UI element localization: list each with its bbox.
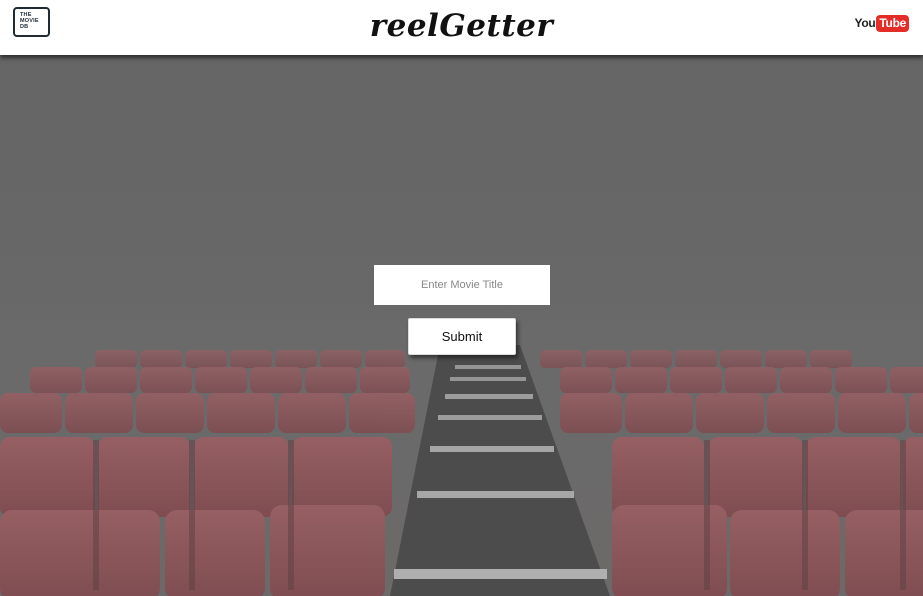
app-page: THE MOVIE DB reelGetter You Tube Submit — [0, 0, 923, 596]
site-title: reelGetter — [369, 8, 554, 44]
youtube-logo-icon[interactable]: You Tube — [855, 14, 909, 32]
youtube-tube-text: Tube — [876, 14, 909, 32]
youtube-you-text: You — [854, 16, 876, 30]
movie-title-input[interactable] — [374, 265, 550, 305]
submit-button[interactable]: Submit — [408, 318, 516, 355]
top-navbar: THE MOVIE DB reelGetter You Tube — [0, 0, 923, 55]
